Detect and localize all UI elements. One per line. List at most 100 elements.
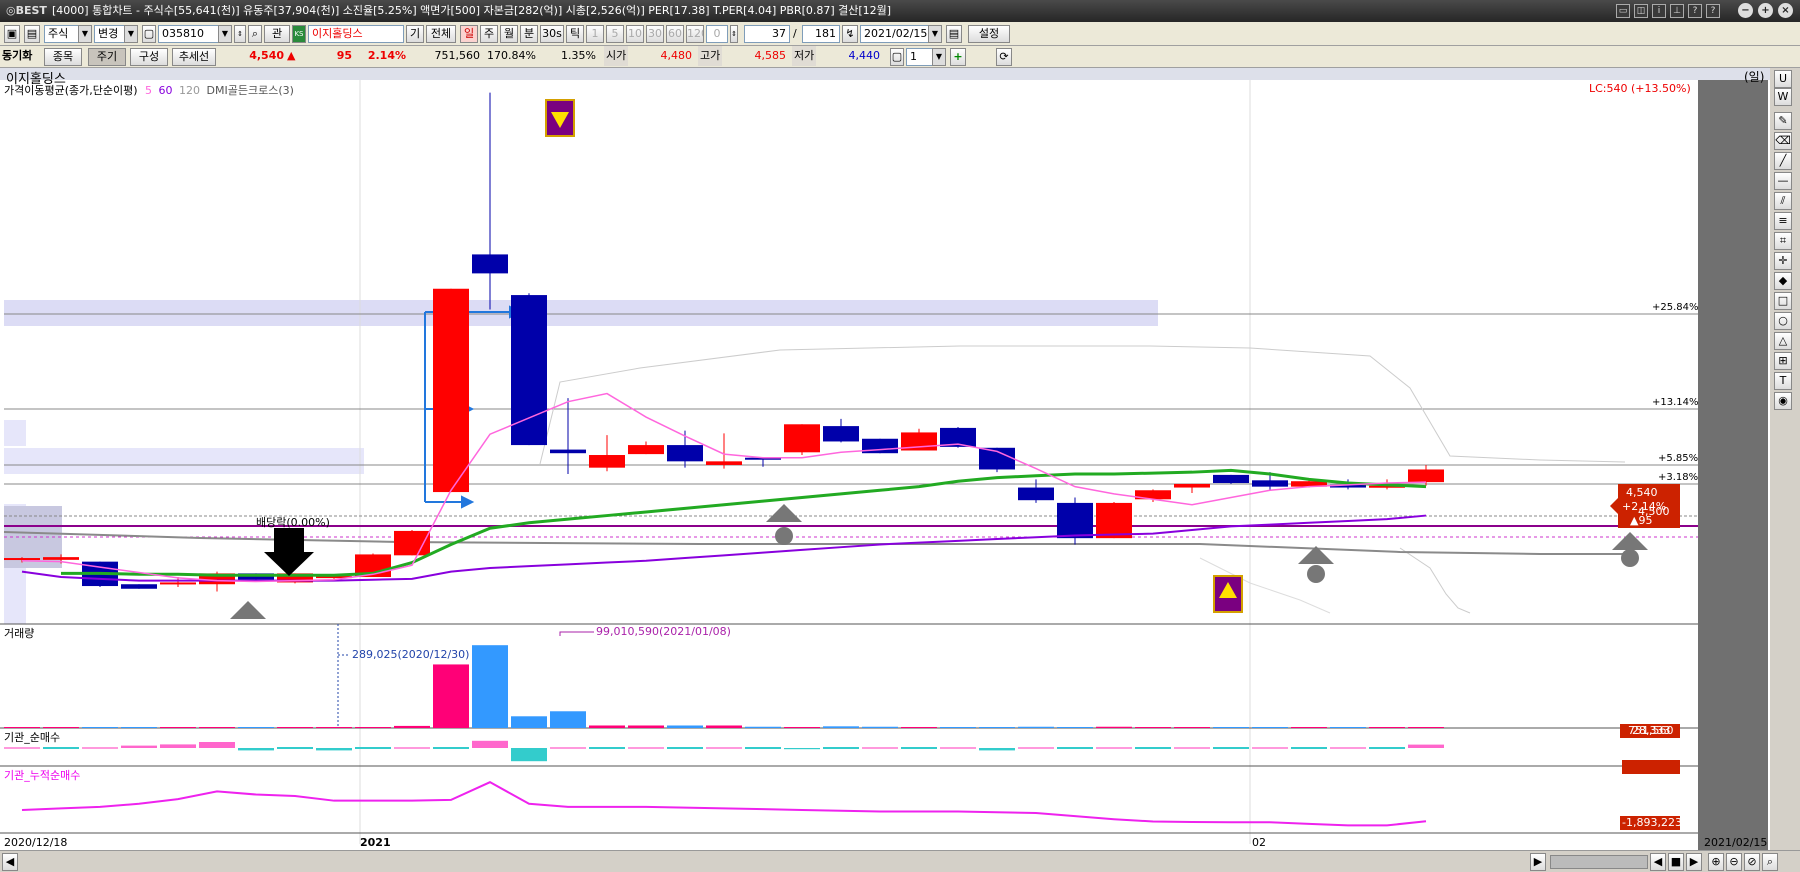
chart-canvas[interactable] xyxy=(0,68,1800,850)
period-tick-button[interactable]: 틱 xyxy=(566,25,584,43)
cross-tool-icon[interactable]: ✛ xyxy=(1774,252,1792,270)
window-question-icon[interactable]: ? xyxy=(1706,4,1720,18)
window-split-icon[interactable]: ◫ xyxy=(1634,4,1648,18)
compose-button[interactable]: 구성 xyxy=(130,48,168,66)
add-icon[interactable]: + xyxy=(950,48,966,66)
current-change-tag: ▲95 xyxy=(1630,514,1653,527)
new-window-icon[interactable]: ▣ xyxy=(4,25,20,43)
search-icon[interactable]: ⌕ xyxy=(248,25,262,43)
inst-bar xyxy=(472,740,508,748)
num-5-button[interactable]: 5 xyxy=(606,25,624,43)
maximize-icon[interactable]: + xyxy=(1758,3,1773,18)
stop-icon[interactable]: ■ xyxy=(1668,853,1684,871)
chevron-down-icon[interactable]: ▼ xyxy=(78,25,92,43)
trendline-button[interactable]: 추세선 xyxy=(172,48,216,66)
chart-scrollbar[interactable]: ◀ ▶ ◀ ■ ▶ ⊕ ⊖ ⊘ ⌕ xyxy=(0,850,1800,872)
play-back-icon[interactable]: ◀ xyxy=(1650,853,1666,871)
hline-tool-icon[interactable]: — xyxy=(1774,172,1792,190)
triangle-tool-icon[interactable]: △ xyxy=(1774,332,1792,350)
tool-up-icon[interactable]: U xyxy=(1774,70,1792,88)
title-bar: ◎BEST [4000] 통합차트 - 주식수[55,641(천)] 유동주[3… xyxy=(0,0,1800,22)
fib-tool-icon[interactable]: ≡ xyxy=(1774,212,1792,230)
eraser-icon[interactable]: ⌫ xyxy=(1774,132,1792,150)
rect-tool-icon[interactable]: □ xyxy=(1774,292,1792,310)
ellipse-tool-icon[interactable]: ○ xyxy=(1774,312,1792,330)
num-10-button[interactable]: 10 xyxy=(626,25,644,43)
refresh-icon[interactable]: ⟳ xyxy=(996,48,1012,66)
item-button[interactable]: 종목 xyxy=(44,48,82,66)
date-label-end: 2021/02/15 xyxy=(1704,836,1768,849)
marker-tool-icon[interactable]: ◉ xyxy=(1774,392,1792,410)
period-minute-button[interactable]: 분 xyxy=(520,25,538,43)
chart-area[interactable]: 이지홀딩스 (일) 가격이동평균(종가,단순이평) 5 60 120 DMI골든… xyxy=(0,68,1800,850)
settings-button[interactable]: 설정 xyxy=(968,25,1010,43)
period-tool-icon[interactable]: ⊞ xyxy=(1774,352,1792,370)
market-select[interactable]: 주식 xyxy=(44,25,80,43)
zoom-reset-icon[interactable]: ⊘ xyxy=(1744,853,1760,871)
inst-bar xyxy=(823,747,859,749)
multiplier-select[interactable]: 1 xyxy=(906,48,934,66)
close-icon[interactable]: × xyxy=(1778,3,1793,18)
lock-icon[interactable]: ▢ xyxy=(142,25,156,43)
volume-bar xyxy=(1252,727,1288,728)
display-count-input[interactable]: 37 xyxy=(744,25,790,43)
spin-icon[interactable]: ⇕ xyxy=(730,25,738,43)
zoom-in-icon[interactable]: ⊕ xyxy=(1708,853,1724,871)
scroll-left-icon[interactable]: ◀ xyxy=(2,853,18,871)
scroll-right-icon[interactable]: ▶ xyxy=(1530,853,1546,871)
zoom-out-icon[interactable]: ⊖ xyxy=(1726,853,1742,871)
period-day-button[interactable]: 일 xyxy=(460,25,478,43)
chevron-down-icon[interactable]: ▼ xyxy=(124,25,138,43)
related-button[interactable]: 관 xyxy=(264,25,290,43)
save-icon[interactable]: ▤ xyxy=(24,25,40,43)
num-120-button[interactable]: 120 xyxy=(686,25,704,43)
candle-21 xyxy=(823,418,859,443)
gi-button[interactable]: 기 xyxy=(406,25,424,43)
inst-bar xyxy=(550,747,586,749)
change-select[interactable]: 변경 xyxy=(94,25,126,43)
period-week-button[interactable]: 주 xyxy=(480,25,498,43)
stock-code-input[interactable]: 035810 xyxy=(158,25,220,43)
period-30s-button[interactable]: 30s xyxy=(540,25,564,43)
candle-11 xyxy=(433,288,469,493)
date-toggle-icon[interactable]: ↯ xyxy=(842,25,858,43)
date-input[interactable]: 2021/02/15 xyxy=(860,25,930,43)
stock-name-field[interactable]: 이지홀딩스 xyxy=(308,25,404,43)
period-button[interactable]: 주기 xyxy=(88,48,126,66)
count-separator: / xyxy=(793,27,797,40)
text-tool-icon[interactable]: T xyxy=(1774,372,1792,390)
chevron-down-icon[interactable]: ▼ xyxy=(218,25,232,43)
total-count-field: 181 xyxy=(802,25,840,43)
checkbox-icon[interactable]: ▢ xyxy=(890,48,904,66)
sell-signal-marker xyxy=(545,99,575,137)
minimize-icon[interactable]: − xyxy=(1738,3,1753,18)
period-month-button[interactable]: 월 xyxy=(500,25,518,43)
volume-bar xyxy=(121,727,157,728)
zoom-slider[interactable] xyxy=(1550,855,1648,869)
window-tile-icon[interactable]: ▭ xyxy=(1616,4,1630,18)
chevron-down-icon[interactable]: ▼ xyxy=(932,48,946,66)
pencil-icon[interactable]: ✎ xyxy=(1774,112,1792,130)
window-info-icon[interactable]: i xyxy=(1652,4,1666,18)
window-pin-icon[interactable]: ⊥ xyxy=(1670,4,1684,18)
window-help-icon[interactable]: ? xyxy=(1688,4,1702,18)
num-1-button[interactable]: 1 xyxy=(586,25,604,43)
chevron-down-icon[interactable]: ▼ xyxy=(928,25,942,43)
play-icon[interactable]: ▶ xyxy=(1686,853,1702,871)
all-button[interactable]: 전체 xyxy=(426,25,456,43)
channel-tool-icon[interactable]: ⫽ xyxy=(1774,192,1792,210)
gann-tool-icon[interactable]: ⌗ xyxy=(1774,232,1792,250)
tool-w-icon[interactable]: W xyxy=(1774,88,1792,106)
line-tool-icon[interactable]: ╱ xyxy=(1774,152,1792,170)
fill-tool-icon[interactable]: ◆ xyxy=(1774,272,1792,290)
volume-bar xyxy=(472,645,508,728)
num-60-button[interactable]: 60 xyxy=(666,25,684,43)
custom-period-input[interactable]: 0 xyxy=(706,25,728,43)
print-icon[interactable]: ▤ xyxy=(946,25,962,43)
num-30-button[interactable]: 30 xyxy=(646,25,664,43)
magnifier-icon[interactable]: ⌕ xyxy=(1762,853,1778,871)
inst-bar xyxy=(979,748,1015,751)
volume-bar xyxy=(160,727,196,728)
spin-updown-icon[interactable]: ⇕ xyxy=(234,25,246,43)
inst-bar xyxy=(706,747,742,749)
